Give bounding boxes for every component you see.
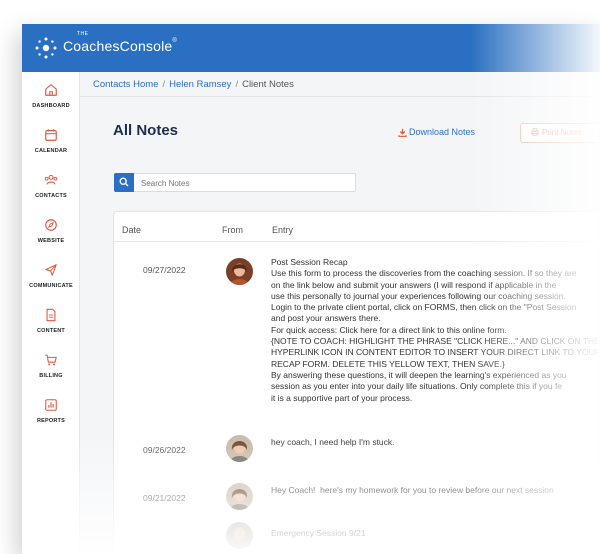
main-content: Contacts Home / Helen Ramsey / Client Notes …: [80, 72, 600, 554]
breadcrumb-separator: /: [162, 79, 166, 90]
home-icon: [45, 84, 57, 96]
note-date: 09/27/2022: [143, 265, 186, 275]
avatar: [226, 522, 253, 549]
breadcrumb-contact[interactable]: Helen Ramsey: [169, 79, 231, 90]
contacts-icon: [44, 174, 58, 185]
logo-icon: [35, 37, 57, 59]
header-divider: [114, 241, 599, 242]
print-notes-label: Print Notes: [542, 128, 582, 137]
avatar: [226, 483, 253, 510]
download-icon: [398, 128, 407, 137]
note-entry: hey coach, I need help I'm stuck.: [271, 437, 395, 447]
page-title: All Notes: [113, 122, 179, 139]
sidebar-item-dashboard[interactable]: DASHBOARD: [22, 83, 80, 123]
note-entry: Hey Coach! here's my homework for you to…: [271, 485, 554, 495]
column-header-date: Date: [122, 225, 142, 235]
sidebar-item-billing[interactable]: BILLING: [22, 353, 80, 393]
search-icon: [119, 177, 129, 187]
sidebar-item-label: COMMUNICATE: [29, 283, 73, 289]
notes-table: Date From Entry 09/27/2022 Post Session …: [113, 211, 600, 554]
note-date: 09/21/2022: [143, 493, 186, 503]
note-date: 09/26/2022: [143, 445, 186, 455]
sidebar-item-label: DASHBOARD: [32, 103, 70, 109]
brand-mark: ®: [172, 38, 178, 44]
column-header-from: From: [222, 225, 243, 235]
search-button[interactable]: [114, 173, 134, 192]
search-input[interactable]: [141, 177, 341, 189]
sidebar-item-contacts[interactable]: CONTACTS: [22, 173, 80, 213]
download-notes-button[interactable]: Download Notes: [398, 127, 475, 137]
breadcrumb-separator: /: [235, 79, 239, 90]
brand-text: CoachesConsole: [63, 38, 173, 54]
sidebar-item-website[interactable]: WEBSITE: [22, 218, 80, 258]
sidebar-item-calendar[interactable]: CALENDAR: [22, 128, 80, 168]
print-icon: [531, 128, 539, 136]
sidebar-item-communicate[interactable]: COMMUNICATE: [22, 263, 80, 303]
print-notes-button[interactable]: Print Notes: [520, 123, 600, 143]
avatar: [226, 435, 253, 462]
sidebar-item-label: CONTENT: [37, 328, 65, 334]
brand-small-text: THE: [77, 31, 89, 37]
breadcrumb-current: Client Notes: [242, 79, 294, 90]
note-entry: Emergency Session 9/21: [271, 528, 366, 538]
note-entry: Post Session Recap Use this form to proc…: [271, 257, 600, 403]
download-notes-label: Download Notes: [409, 127, 476, 137]
sidebar-item-reports[interactable]: REPORTS: [22, 398, 80, 438]
send-icon: [45, 264, 57, 276]
sidebar-item-label: CALENDAR: [34, 148, 68, 154]
app-window: THE CoachesConsole® DASHBOARD CALENDAR C…: [22, 24, 600, 554]
sidebar: DASHBOARD CALENDAR CONTACTS WEBSITE COMM…: [22, 72, 80, 554]
cart-icon: [45, 354, 57, 366]
sidebar-item-label: CONTACTS: [35, 193, 67, 199]
document-icon: [46, 308, 56, 322]
sidebar-item-content[interactable]: CONTENT: [22, 308, 80, 348]
chart-icon: [45, 399, 57, 411]
divider: [80, 96, 600, 97]
top-bar: THE CoachesConsole®: [22, 24, 600, 72]
sidebar-item-label: REPORTS: [37, 418, 65, 424]
avatar: [226, 258, 253, 285]
calendar-icon: [45, 129, 57, 141]
breadcrumb: Contacts Home / Helen Ramsey / Client Notes: [93, 79, 294, 90]
compass-icon: [45, 219, 57, 231]
breadcrumb-contacts-home[interactable]: Contacts Home: [93, 79, 158, 90]
search-bar: [114, 173, 356, 192]
sidebar-item-label: BILLING: [39, 373, 63, 379]
brand-name: THE CoachesConsole®: [63, 31, 178, 54]
sidebar-item-label: WEBSITE: [37, 238, 65, 244]
column-header-entry: Entry: [272, 225, 294, 235]
